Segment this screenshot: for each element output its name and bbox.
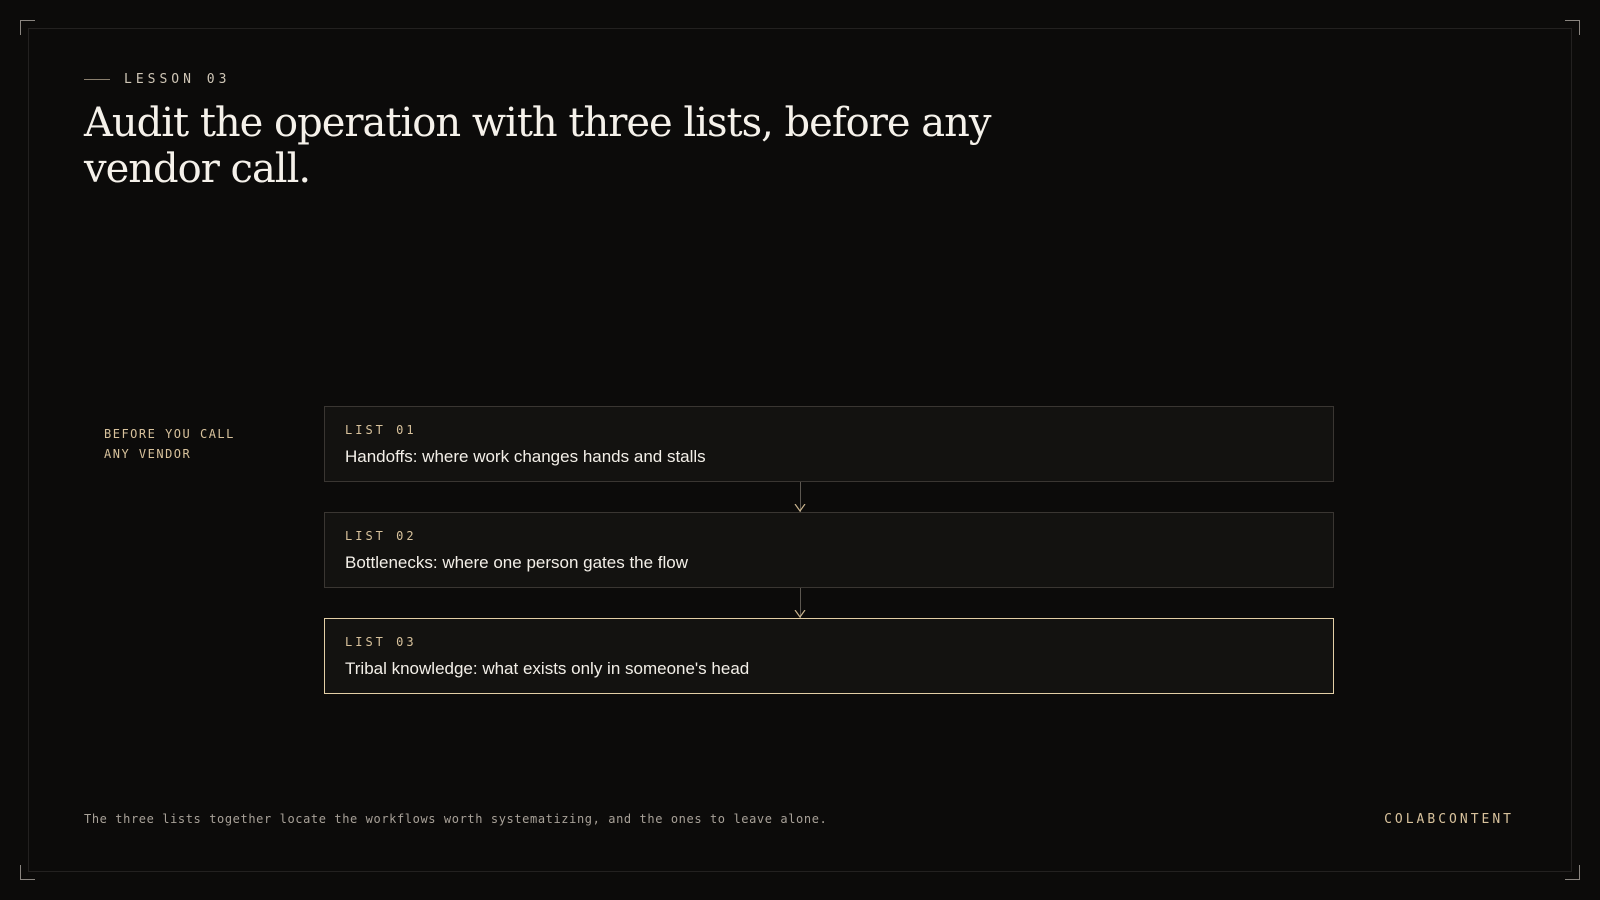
lesson-number: LESSON 03: [124, 72, 231, 87]
list-card-text: Tribal knowledge: what exists only in so…: [345, 659, 750, 678]
page-title: Audit the operation with three lists, be…: [84, 100, 991, 192]
list-card-1: LIST 01 Handoffs: where work changes han…: [324, 406, 1334, 482]
lesson-eyebrow: LESSON 03: [84, 72, 230, 87]
list-card-text: Handoffs: where work changes hands and s…: [345, 447, 706, 466]
corner-mark-top-left: [20, 20, 35, 35]
list-card-3: LIST 03 Tribal knowledge: what exists on…: [324, 618, 1334, 694]
corner-mark-top-right: [1565, 20, 1580, 35]
corner-mark-bottom-right: [1565, 865, 1580, 880]
arrow-down-icon: [794, 504, 806, 512]
side-label: BEFORE YOU CALL ANY VENDOR: [104, 424, 304, 464]
list-card-2: LIST 02 Bottlenecks: where one person ga…: [324, 512, 1334, 588]
list-card-text: Bottlenecks: where one person gates the …: [345, 553, 689, 572]
footer-note: The three lists together locate the work…: [84, 812, 828, 826]
list-card-tag: LIST 03: [345, 635, 417, 649]
side-label-line-1: BEFORE YOU CALL: [104, 427, 235, 441]
corner-mark-bottom-left: [20, 865, 35, 880]
list-card-tag: LIST 01: [345, 423, 417, 437]
eyebrow-rule: [84, 79, 110, 80]
arrow-down-icon: [794, 610, 806, 618]
side-label-line-2: ANY VENDOR: [104, 447, 192, 461]
list-card-tag: LIST 02: [345, 529, 417, 543]
brand-wordmark: COLABCONTENT: [1384, 812, 1514, 827]
